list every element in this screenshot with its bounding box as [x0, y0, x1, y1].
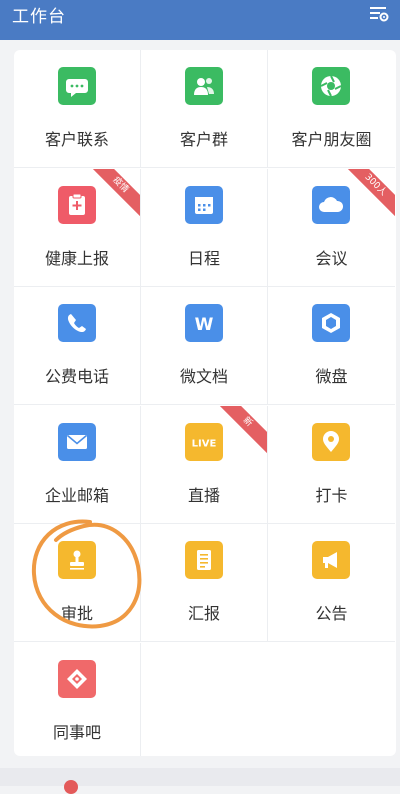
app-label: 客户朋友圈	[291, 130, 372, 149]
chat-bubble-icon	[58, 67, 96, 105]
app-label: 汇报	[187, 604, 220, 623]
app-mail[interactable]: 企业邮箱	[14, 406, 141, 524]
diamond-icon	[58, 660, 96, 698]
app-live[interactable]: LIVE 直播新	[141, 406, 268, 524]
app-label: 微盘	[315, 367, 348, 386]
app-label: 公费电话	[44, 367, 109, 386]
app-clipboard-plus[interactable]: 健康上报 疫情	[14, 169, 141, 287]
app-report[interactable]: 汇报	[141, 524, 268, 642]
app-phone[interactable]: 公费电话	[14, 287, 141, 405]
app-label: 客户群	[179, 130, 228, 149]
drive-icon	[312, 304, 350, 342]
megaphone-icon	[312, 541, 350, 579]
app-chat-bubble[interactable]: 客户联系	[14, 50, 141, 168]
app-stamp[interactable]: 审批	[14, 524, 141, 642]
contacts-icon	[185, 67, 223, 105]
app-label: 日程	[187, 249, 220, 268]
workbench-grid: 客户联系 客户群 客户朋友圈健康上报 疫情日程 会议 300人公费电话 W 微文档 微盘企业邮箱…	[14, 50, 396, 756]
phone-icon	[58, 304, 96, 342]
report-icon	[185, 541, 223, 579]
cloud-icon	[312, 186, 350, 224]
bottom-tab-bar	[0, 768, 400, 786]
notification-dot	[64, 780, 78, 794]
app-calendar[interactable]: 日程	[141, 169, 268, 287]
app-contacts[interactable]: 客户群	[141, 50, 268, 168]
app-label: 公告	[315, 604, 348, 623]
app-location-pin[interactable]: 打卡	[268, 406, 395, 524]
svg-text:LIVE: LIVE	[192, 439, 217, 450]
app-label: 直播	[187, 486, 220, 505]
app-label: 会议	[315, 249, 348, 268]
page-title: 工作台	[12, 7, 66, 27]
app-header: 工作台	[0, 0, 400, 40]
mail-icon	[58, 423, 96, 461]
app-camera-shutter[interactable]: 客户朋友圈	[268, 50, 395, 168]
location-pin-icon	[312, 423, 350, 461]
camera-shutter-icon	[312, 67, 350, 105]
app-cloud[interactable]: 会议 300人	[268, 169, 395, 287]
app-document-w[interactable]: W 微文档	[141, 287, 268, 405]
app-label: 客户联系	[44, 130, 109, 149]
app-diamond[interactable]: 同事吧	[14, 643, 141, 756]
app-label: 审批	[60, 604, 93, 623]
calendar-icon	[185, 186, 223, 224]
settings-icon[interactable]	[368, 4, 390, 24]
app-label: 企业邮箱	[44, 486, 109, 505]
stamp-icon	[58, 541, 96, 579]
app-drive[interactable]: 微盘	[268, 287, 395, 405]
app-label: 健康上报	[44, 249, 109, 268]
app-label: 同事吧	[52, 723, 101, 742]
clipboard-plus-icon	[58, 186, 96, 224]
app-label: 微文档	[179, 367, 228, 386]
app-megaphone[interactable]: 公告	[268, 524, 395, 642]
app-label: 打卡	[315, 486, 348, 505]
live-icon: LIVE	[185, 423, 223, 461]
document-w-icon: W	[185, 304, 223, 342]
svg-text:W: W	[195, 315, 214, 335]
